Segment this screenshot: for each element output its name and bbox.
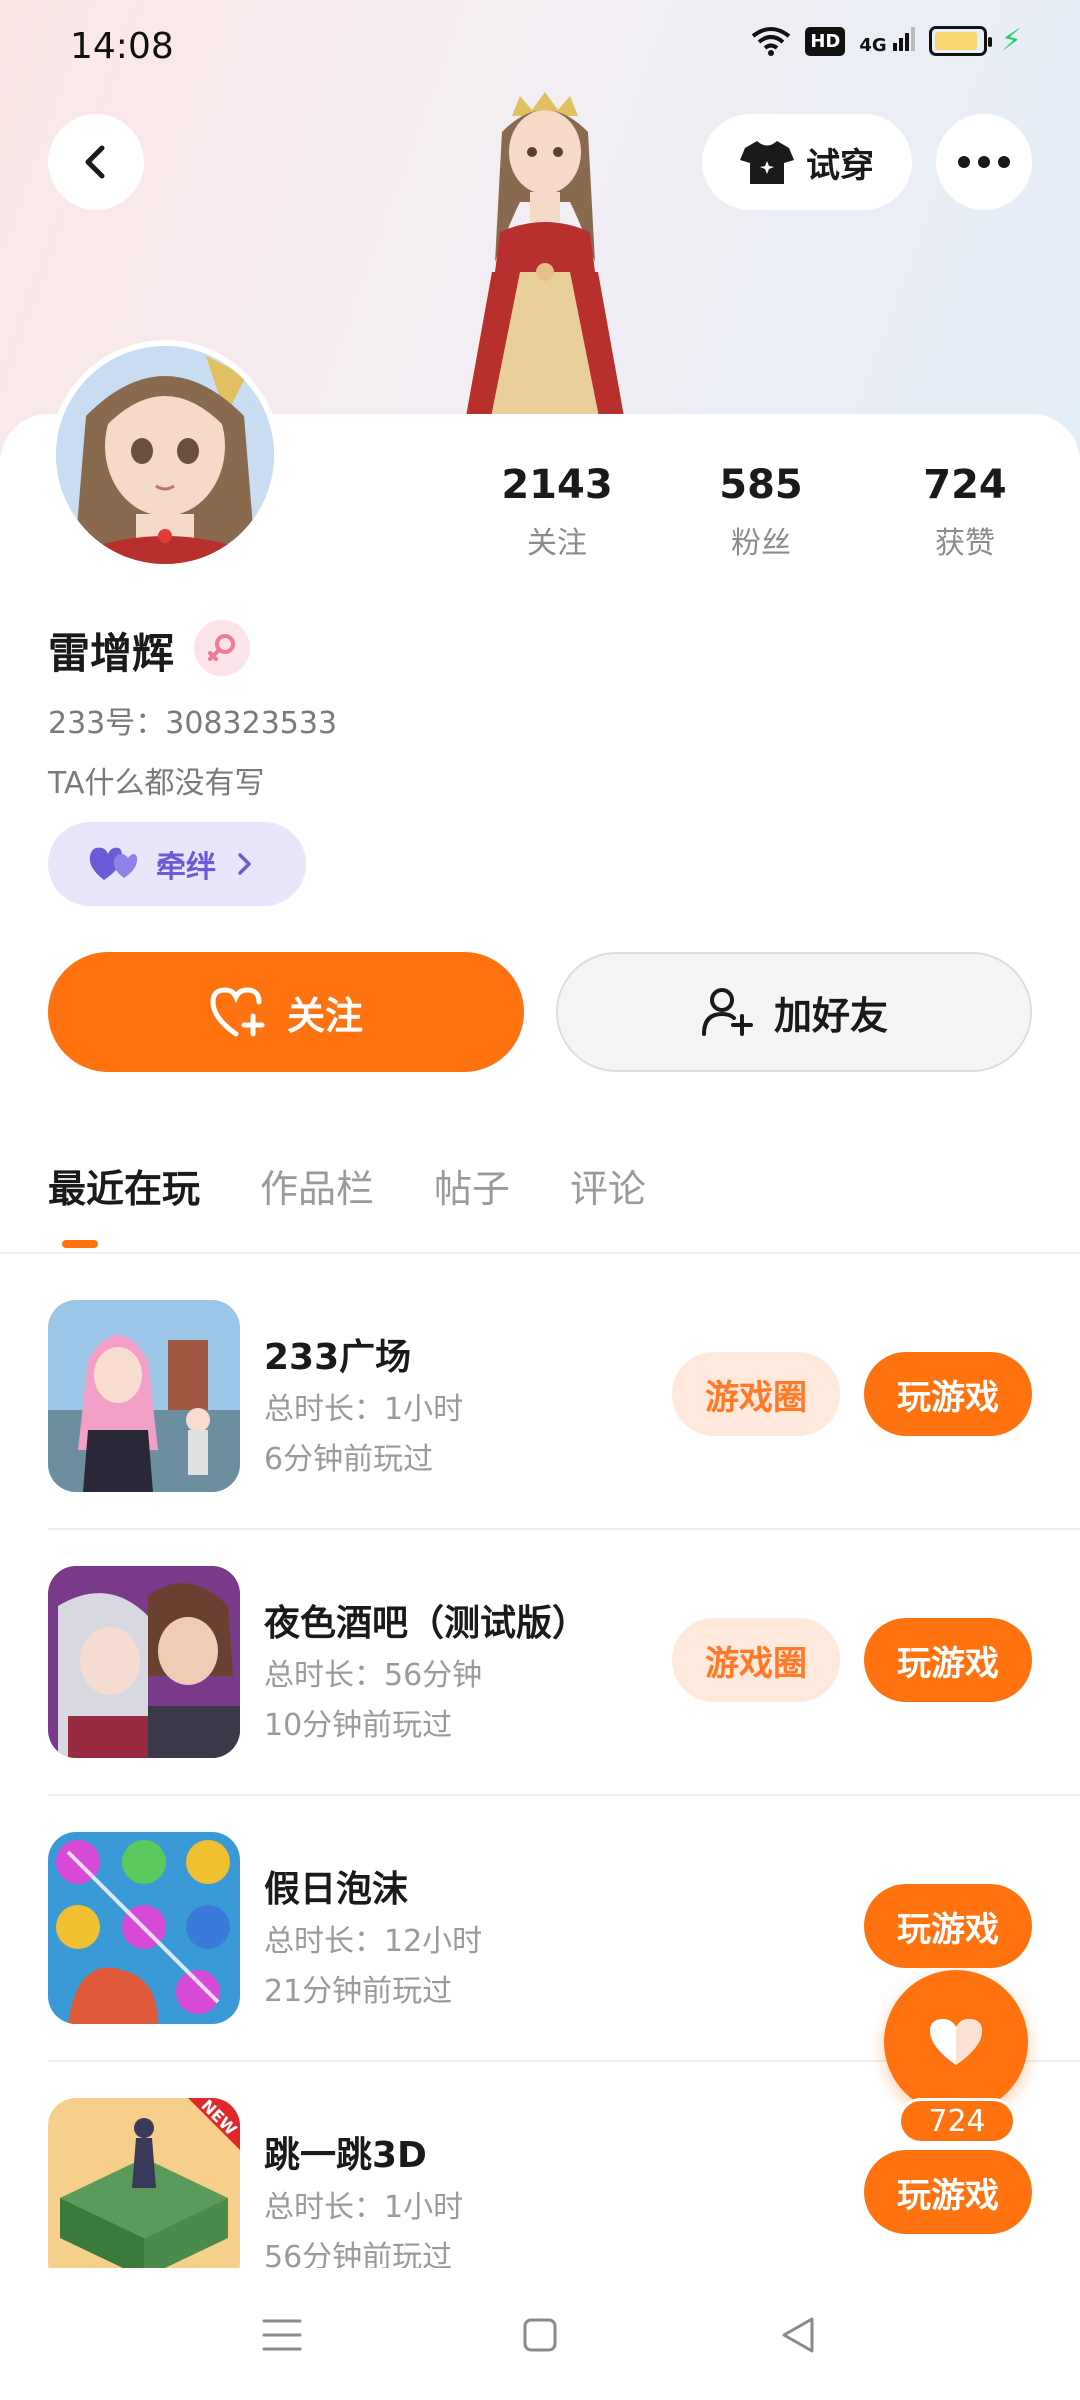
game-last-played: 6分钟前玩过 — [264, 1442, 434, 1477]
tab-works[interactable]: 作品栏 — [260, 1158, 374, 1213]
game-name: 假日泡沫 — [264, 1869, 409, 1910]
wifi-icon — [752, 27, 791, 56]
back-triangle-icon — [782, 2317, 814, 2353]
followers-count: 585 — [719, 462, 803, 508]
game-icon — [48, 1566, 240, 1758]
game-icon — [48, 1832, 240, 2024]
signal-bars-icon — [892, 26, 915, 51]
tabs-divider — [0, 1252, 1080, 1254]
game-circle-button[interactable]: 游戏圈 — [672, 1618, 840, 1702]
heart-plus-icon — [210, 987, 265, 1037]
heart-icon — [930, 2019, 982, 2065]
game-duration: 总时长：12小时 — [264, 1924, 483, 1959]
like-button[interactable] — [884, 1970, 1028, 2114]
game-row[interactable]: 假日泡沫 总时长：12小时 21分钟前玩过 玩游戏 — [48, 1832, 1032, 2032]
stat-followers[interactable]: 585 粉丝 — [661, 462, 861, 562]
stat-following[interactable]: 2143 关注 — [457, 462, 657, 562]
game-row[interactable]: 夜色酒吧（测试版） 总时长：56分钟 10分钟前玩过 游戏圈 玩游戏 — [48, 1566, 1032, 1766]
hearts-icon — [89, 847, 138, 880]
row-divider — [48, 1528, 1080, 1530]
game-icon — [48, 1300, 240, 1492]
bond-label: 牵绊 — [156, 850, 216, 885]
add-user-icon — [701, 988, 753, 1036]
followers-label: 粉丝 — [731, 526, 791, 561]
home-nav-button[interactable] — [510, 2310, 570, 2360]
status-icons: HD 4G ⚡ — [751, 26, 1022, 56]
game-name: 夜色酒吧（测试版） — [264, 1603, 589, 1644]
game-row[interactable]: 233广场 总时长：1小时 6分钟前玩过 游戏圈 玩游戏 — [48, 1300, 1032, 1500]
back-button[interactable] — [48, 114, 144, 210]
like-count: 724 — [898, 2098, 1016, 2144]
user-id: 233号：308323533 — [48, 706, 338, 741]
play-game-button[interactable]: 玩游戏 — [864, 1352, 1032, 1436]
avatar-image — [56, 346, 274, 564]
tab-comments[interactable]: 评论 — [570, 1158, 646, 1213]
status-time: 14:08 — [70, 26, 174, 67]
username: 雷增辉 — [48, 629, 175, 678]
game-duration: 总时长：1小时 — [264, 2190, 464, 2225]
play-game-button[interactable]: 玩游戏 — [864, 1884, 1032, 1968]
try-on-label: 试穿 — [806, 145, 874, 186]
bio: TA什么都没有写 — [48, 766, 265, 801]
bond-chip[interactable]: 牵绊 — [48, 822, 306, 906]
back-nav-button[interactable] — [768, 2310, 828, 2360]
avatar[interactable] — [50, 340, 280, 570]
game-row[interactable]: NEW 跳一跳3D 总时长：1小时 56分钟前玩过 玩游戏 — [48, 2098, 1032, 2268]
home-square-icon — [523, 2318, 557, 2352]
row-divider — [48, 1794, 1080, 1796]
play-game-button[interactable]: 玩游戏 — [864, 1618, 1032, 1702]
following-label: 关注 — [527, 526, 587, 561]
game-name: 跳一跳3D — [264, 2135, 427, 2176]
more-button[interactable] — [936, 114, 1032, 210]
status-bar: 14:08 HD 4G ⚡ — [0, 0, 1080, 96]
signal-icon: 4G — [859, 26, 915, 56]
hd-icon: HD — [805, 26, 846, 56]
female-gender-icon — [194, 620, 250, 676]
network-label: 4G — [859, 34, 887, 56]
stat-likes[interactable]: 724 获赞 — [865, 462, 1065, 562]
chevron-right-icon — [238, 853, 251, 875]
likes-label: 获赞 — [935, 526, 995, 561]
game-duration: 总时长：1小时 — [264, 1392, 464, 1427]
game-name: 233广场 — [264, 1337, 412, 1378]
play-game-button[interactable]: 玩游戏 — [864, 2150, 1032, 2234]
more-dots-icon — [958, 156, 1010, 168]
game-duration: 总时长：56分钟 — [264, 1658, 483, 1693]
likes-count: 724 — [923, 462, 1007, 508]
game-circle-button[interactable]: 游戏圈 — [672, 1352, 840, 1436]
charging-icon: ⚡ — [1000, 23, 1022, 58]
tab-recently-played[interactable]: 最近在玩 — [48, 1158, 200, 1213]
profile-tabs: 最近在玩 作品栏 帖子 评论 — [48, 1158, 646, 1213]
active-tab-indicator — [62, 1240, 98, 1248]
menu-nav-button[interactable] — [252, 2310, 312, 2360]
follow-button[interactable]: 关注 — [48, 952, 524, 1072]
tab-posts[interactable]: 帖子 — [434, 1158, 510, 1213]
try-on-button[interactable]: 试穿 — [702, 114, 912, 210]
battery-icon — [928, 26, 992, 56]
game-last-played: 56分钟前玩过 — [264, 2240, 453, 2268]
game-last-played: 10分钟前玩过 — [264, 1708, 453, 1743]
following-count: 2143 — [501, 462, 613, 508]
tshirt-icon — [740, 141, 794, 184]
system-nav-bar — [0, 2270, 1080, 2400]
game-last-played: 21分钟前玩过 — [264, 1974, 453, 2009]
add-friend-label: 加好友 — [773, 993, 888, 1038]
character-figure[interactable] — [420, 92, 670, 422]
menu-icon — [262, 2319, 302, 2351]
add-friend-button[interactable]: 加好友 — [556, 952, 1032, 1072]
follow-label: 关注 — [286, 993, 363, 1038]
chevron-left-icon — [85, 145, 105, 179]
